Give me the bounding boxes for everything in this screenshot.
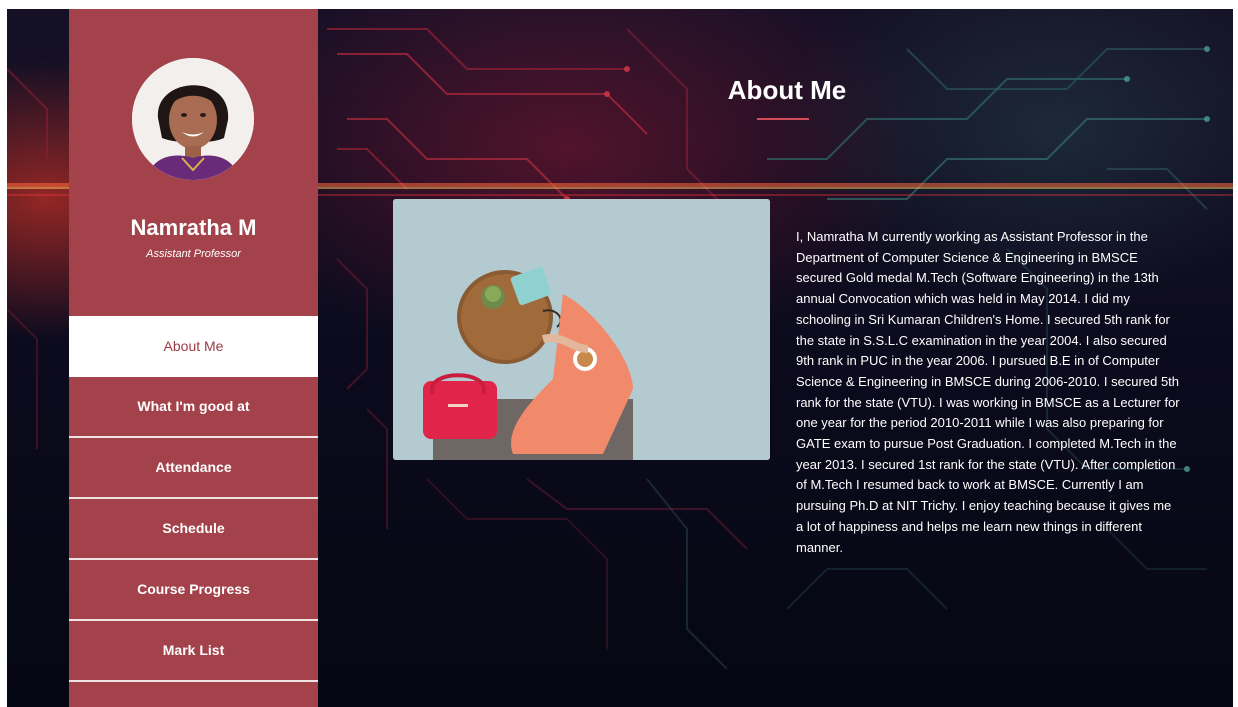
avatar	[132, 58, 254, 180]
profile-role: Assistant Professor	[146, 248, 241, 260]
nav-item-schedule[interactable]: Schedule	[69, 499, 318, 560]
nav-item-about-me[interactable]: About Me	[69, 316, 318, 377]
profile-name: Namratha M	[130, 215, 257, 240]
nav-item-course-progress[interactable]: Course Progress	[69, 560, 318, 621]
about-photo	[393, 199, 770, 460]
nav-item-attendance[interactable]: Attendance	[69, 438, 318, 499]
sidebar-nav: About Me What I'm good at Attendance Sch…	[69, 316, 318, 682]
nav-item-mark-list[interactable]: Mark List	[69, 621, 318, 682]
title-underline	[757, 118, 809, 120]
page-frame: Namratha M Assistant Professor About Me …	[7, 9, 1233, 707]
about-text: I, Namratha M currently working as Assis…	[796, 229, 1180, 555]
sidebar: Namratha M Assistant Professor About Me …	[69, 9, 318, 707]
nav-item-what-im-good-at[interactable]: What I'm good at	[69, 377, 318, 438]
page-title: About Me	[727, 75, 847, 105]
